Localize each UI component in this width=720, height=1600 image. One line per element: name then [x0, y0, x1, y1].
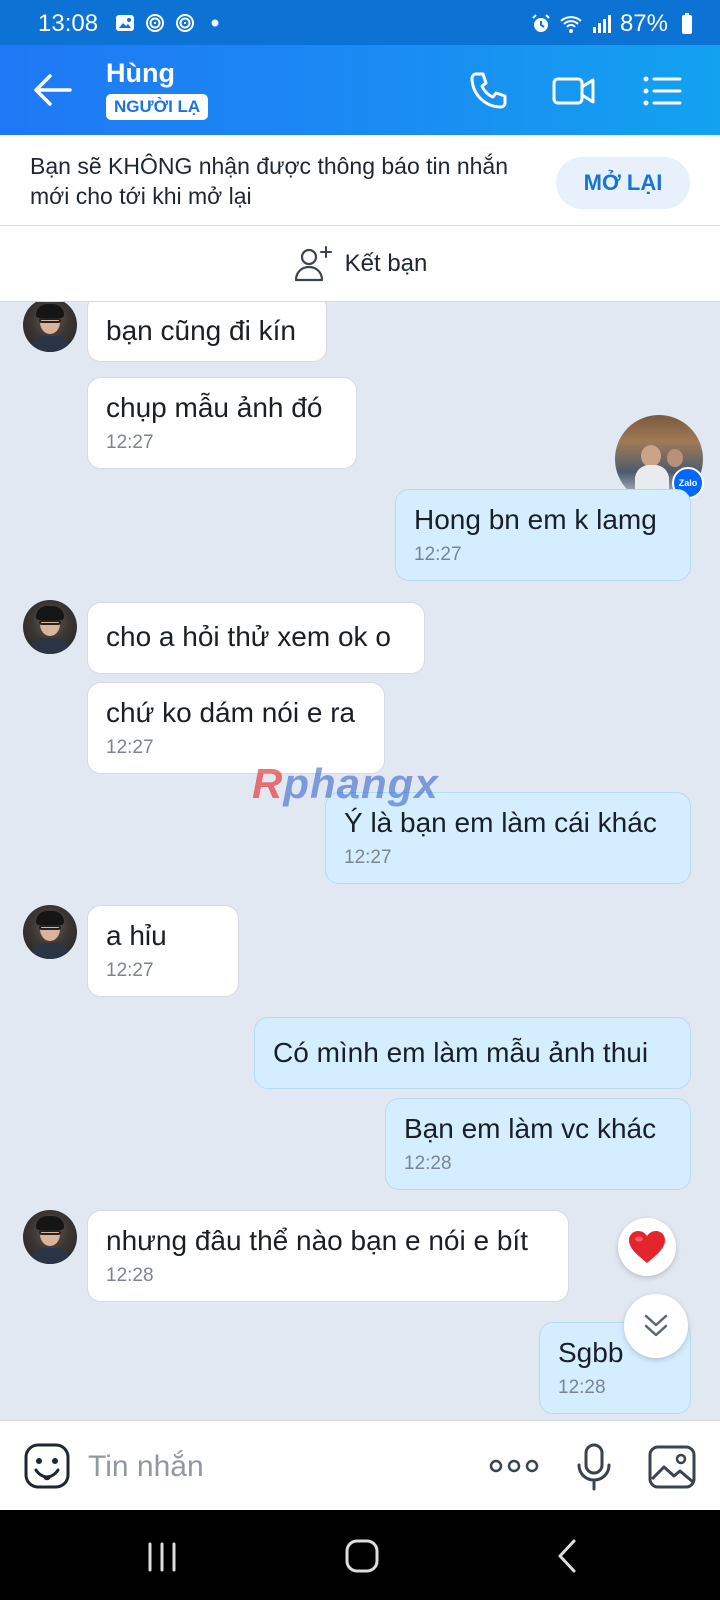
system-icons: 87%	[530, 10, 698, 38]
message-text: Ý là bạn em làm cái khác	[344, 807, 657, 838]
system-navigation-bar	[0, 1510, 720, 1600]
notice-text: Bạn sẽ KHÔNG nhận được thông báo tin nhắ…	[30, 153, 509, 209]
phone-icon[interactable]	[466, 69, 510, 113]
message-text: nhưng đâu thể nào bạn e nói e bít	[106, 1225, 528, 1256]
home-icon[interactable]	[342, 1536, 382, 1576]
message-text: chứ ko dám nói e ra	[106, 697, 356, 728]
alarm-icon	[532, 14, 550, 32]
gallery-notification-icon	[116, 15, 134, 31]
message-text: cho a hỏi thử xem ok o	[106, 621, 391, 652]
notification-notice: Bạn sẽ KHÔNG nhận được thông báo tin nhắ…	[0, 135, 720, 226]
message-time: 12:28	[106, 1265, 154, 1286]
heart-icon	[629, 1231, 665, 1263]
watermark-first-letter: R	[252, 760, 284, 807]
more-dots-icon[interactable]	[488, 1451, 540, 1481]
status-time: 13:08	[38, 10, 99, 37]
contact-avatar[interactable]	[23, 905, 77, 959]
message-time: 12:27	[414, 544, 462, 565]
message-text: chụp mẫu ảnh đó	[106, 392, 323, 423]
message-text: a hỉu	[106, 920, 167, 951]
add-friend-label: Kết bạn	[344, 249, 428, 277]
message-time: 12:27	[344, 847, 392, 868]
message-text: Bạn em làm vc khác	[404, 1113, 657, 1144]
fingerprint-icon	[176, 14, 194, 32]
message-bubble-incoming[interactable]: nhưng đâu thể nào bạn e nói e bít 12:28	[87, 1210, 569, 1302]
message-bubble-outgoing[interactable]: Có mình em làm mẫu ảnh thui	[254, 1017, 691, 1089]
image-icon[interactable]	[648, 1445, 696, 1489]
microphone-icon[interactable]	[574, 1443, 614, 1491]
message-composer	[0, 1420, 720, 1511]
battery-icon	[682, 13, 692, 34]
message-bubble-incoming[interactable]: a hỉu 12:27	[87, 905, 239, 997]
scroll-to-bottom-button[interactable]	[624, 1294, 688, 1358]
menu-list-icon[interactable]	[640, 69, 684, 113]
message-text: Hong bn em k lamg	[414, 504, 657, 535]
add-person-icon	[294, 245, 332, 281]
chat-area[interactable]: bạn cũng đi kín chụp mẫu ảnh đó 12:27 Za…	[0, 302, 720, 1420]
message-time: 12:27	[106, 432, 154, 453]
message-bubble-outgoing[interactable]: Hong bn em k lamg 12:27	[395, 489, 691, 581]
dot-icon	[211, 19, 219, 27]
message-time: 12:27	[106, 737, 154, 758]
message-time: 12:28	[558, 1377, 606, 1398]
watermark: Rphangx	[252, 760, 439, 808]
message-time: 12:27	[106, 960, 154, 981]
reopen-button[interactable]: MỞ LẠI	[556, 157, 690, 209]
contact-name[interactable]: Hùng	[106, 58, 175, 89]
contact-avatar[interactable]	[23, 600, 77, 654]
message-bubble-incoming[interactable]: bạn cũng đi kín	[87, 302, 327, 362]
stranger-badge: NGƯỜI LẠ	[106, 94, 209, 120]
message-bubble-outgoing[interactable]: Bạn em làm vc khác 12:28	[385, 1098, 691, 1190]
fingerprint-icon	[146, 14, 164, 32]
wifi-icon	[560, 16, 582, 33]
message-bubble-incoming[interactable]: cho a hỏi thử xem ok o	[87, 602, 425, 674]
contact-avatar[interactable]	[23, 1210, 77, 1264]
back-nav-icon[interactable]	[548, 1536, 588, 1576]
video-call-icon[interactable]	[552, 69, 596, 113]
battery-percent: 87%	[619, 10, 668, 37]
message-text: bạn cũng đi kín	[106, 315, 296, 346]
message-bubble-incoming[interactable]: chụp mẫu ảnh đó 12:27	[87, 377, 357, 469]
message-time: 12:28	[404, 1153, 452, 1174]
signal-icon	[592, 15, 611, 33]
emoji-icon[interactable]	[24, 1443, 70, 1489]
back-arrow-icon[interactable]	[30, 70, 74, 110]
status-bar: 13:08 87%	[0, 0, 720, 45]
message-input[interactable]	[86, 1441, 470, 1493]
notification-icons	[114, 12, 226, 34]
watermark-rest: phangx	[283, 760, 439, 807]
chat-header: Hùng NGƯỜI LẠ	[0, 45, 720, 135]
add-friend-bar[interactable]: Kết bạn	[0, 226, 720, 302]
recent-apps-icon[interactable]	[142, 1536, 182, 1576]
chevron-double-down-icon	[644, 1314, 668, 1337]
contact-avatar[interactable]	[23, 302, 77, 352]
reaction-button[interactable]	[618, 1218, 676, 1276]
message-text: Có mình em làm mẫu ảnh thui	[273, 1037, 649, 1068]
